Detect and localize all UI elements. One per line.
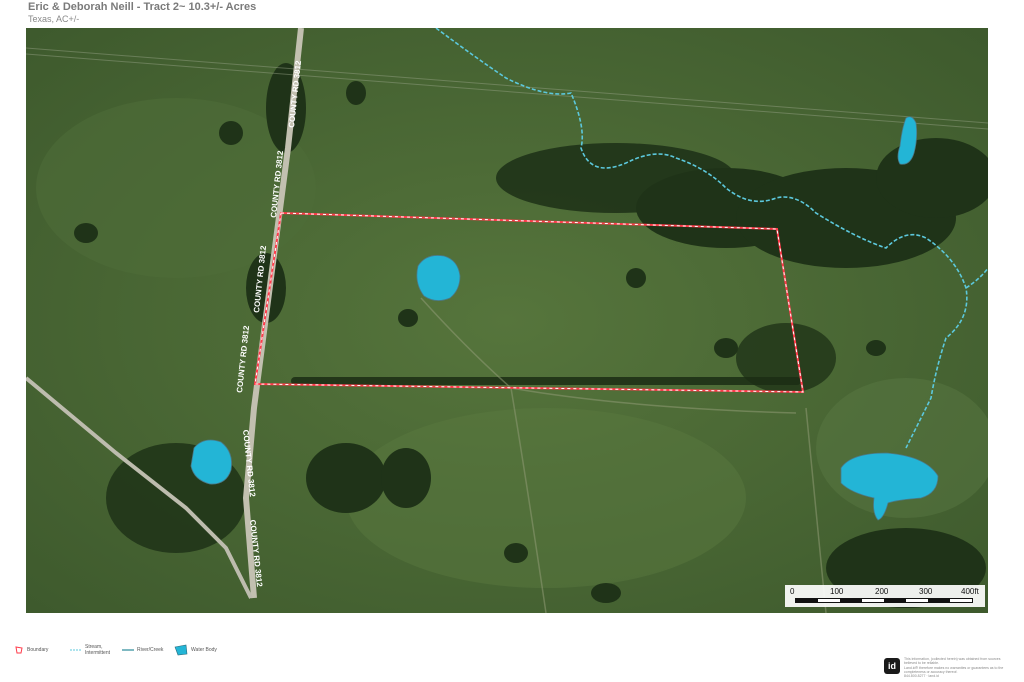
stream-icon [70, 649, 82, 651]
legend-label: River/Creek [137, 647, 164, 653]
brand-logo-icon: id [884, 658, 900, 674]
map-title: Eric & Deborah Neill - Tract 2~ 10.3+/- … [28, 1, 257, 13]
legend-item-stream: Stream, Intermittent [70, 640, 110, 660]
map-subtitle: Texas, AC+/- [28, 14, 80, 24]
pond-center [416, 255, 461, 301]
water-body-icon [174, 644, 188, 656]
river-icon [122, 649, 134, 651]
legend-label: Stream, Intermittent [85, 644, 111, 656]
scale-tick-label: 100 [830, 587, 844, 596]
disclaimer: This information, (collected herein) was… [904, 657, 1004, 679]
legend-item-river: River/Creek [122, 640, 163, 660]
scale-tick-label: 200 [875, 587, 889, 596]
scale-labels: 0 100 200 300 400ft [785, 587, 985, 597]
legend: Boundary Stream, Intermittent River/Creek… [14, 640, 254, 660]
tree-line [291, 377, 801, 385]
boundary-icon [15, 646, 23, 654]
legend-item-water: Water Body [174, 640, 217, 660]
scale-track [795, 598, 973, 603]
pond-west [190, 439, 232, 485]
scale-tick-label: 400ft [961, 587, 979, 596]
legend-label: Boundary [27, 647, 49, 653]
aerial-map-canvas: COUNTY RD 3812 COUNTY RD 3812 COUNTY RD … [26, 28, 988, 613]
legend-label: Water Body [191, 647, 217, 653]
scale-tick-label: 300 [919, 587, 933, 596]
scale-tick-label: 0 [790, 587, 795, 596]
legend-item-boundary: Boundary [14, 640, 48, 660]
aerial-map[interactable]: COUNTY RD 3812 COUNTY RD 3812 COUNTY RD … [26, 28, 988, 613]
scale-bar: 0 100 200 300 400ft [785, 585, 985, 607]
